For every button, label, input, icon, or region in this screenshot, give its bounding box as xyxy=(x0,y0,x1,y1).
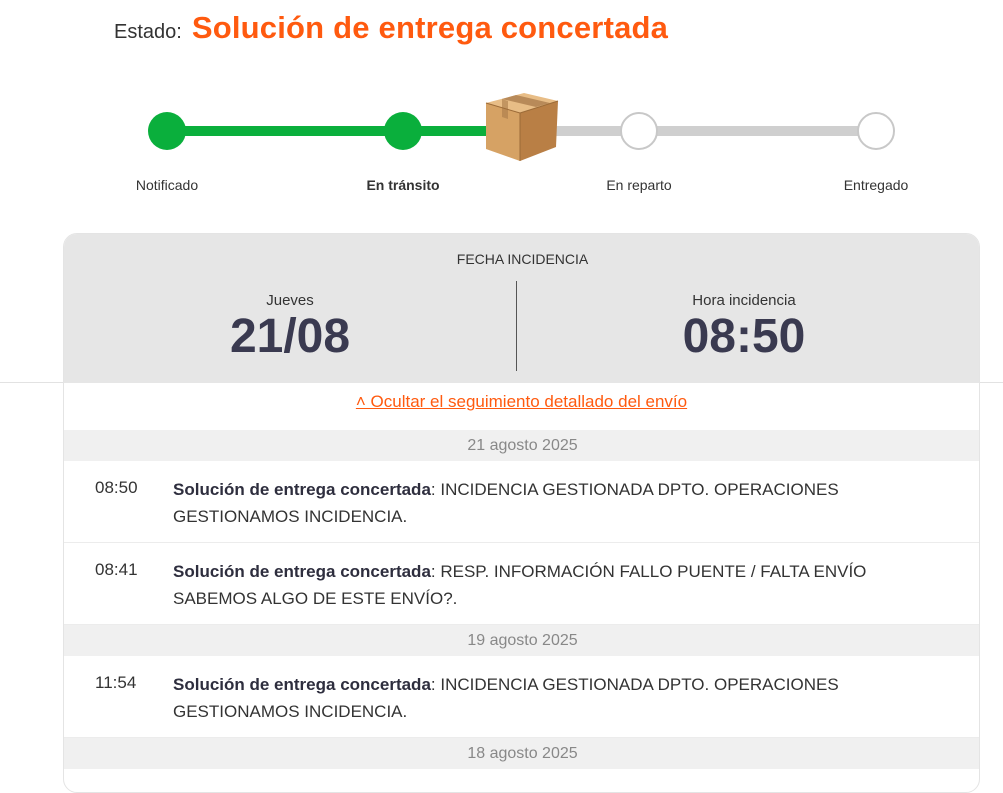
history-event: 08:41 Solución de entrega concertada: RE… xyxy=(64,543,979,625)
step-dot-entregado xyxy=(857,112,895,150)
step-dot-en-transito xyxy=(384,112,422,150)
history-date-header: 18 agosto 2025 xyxy=(64,738,979,769)
incident-day: Jueves xyxy=(266,292,314,309)
event-status: Solución de entrega concertada xyxy=(173,562,431,581)
step-label-en-transito: En tránsito xyxy=(366,177,440,193)
shipment-progress-tracker: Notificado En tránsito En reparto Entreg… xyxy=(0,80,1003,210)
step-dot-en-reparto xyxy=(620,112,658,150)
progress-bar-pending-2 xyxy=(655,126,865,136)
step-dot-notificado xyxy=(148,112,186,150)
history-event: 08:50 Solución de entrega concertada: IN… xyxy=(64,461,979,543)
incident-summary: FECHA INCIDENCIA Jueves 21/08 Hora incid… xyxy=(64,234,979,383)
history-event: 11:54 Solución de entrega concertada: IN… xyxy=(64,656,979,738)
history-date-header: 19 agosto 2025 xyxy=(64,625,979,656)
incident-card: FECHA INCIDENCIA Jueves 21/08 Hora incid… xyxy=(63,233,980,793)
incident-date: 21/08 xyxy=(229,310,351,363)
progress-bar-done-1 xyxy=(185,126,385,136)
event-description: Solución de entrega concertada: RESP. IN… xyxy=(173,558,953,612)
status-header: Estado: Solución de entrega concertada xyxy=(114,10,668,50)
status-value: Solución de entrega concertada xyxy=(191,10,669,45)
progress-bar-done-2 xyxy=(420,126,490,136)
event-time: 08:50 xyxy=(95,478,138,497)
event-time: 08:41 xyxy=(95,560,138,579)
incident-date-block: Jueves 21/08 xyxy=(64,292,516,363)
incident-time-label: Hora incidencia xyxy=(692,292,796,309)
step-label-notificado: Notificado xyxy=(135,177,199,193)
hide-tracking-details-link[interactable]: ˄ Ocultar el seguimiento detallado del e… xyxy=(64,392,979,412)
incident-title: FECHA INCIDENCIA xyxy=(456,251,589,267)
status-label: Estado: xyxy=(114,21,182,43)
event-status: Solución de entrega concertada xyxy=(173,480,431,499)
event-status: Solución de entrega concertada xyxy=(173,675,431,694)
event-description: Solución de entrega concertada: INCIDENC… xyxy=(173,671,953,725)
history-date-header: 21 agosto 2025 xyxy=(64,430,979,461)
step-label-en-reparto: En reparto xyxy=(606,177,672,193)
summary-divider xyxy=(516,281,517,371)
step-label-entregado: Entregado xyxy=(843,177,909,193)
package-box-icon xyxy=(485,93,559,161)
event-time: 11:54 xyxy=(95,673,137,692)
incident-time-block: Hora incidencia 08:50 xyxy=(518,292,970,363)
progress-bar-pending-1 xyxy=(550,126,625,136)
event-description: Solución de entrega concertada: INCIDENC… xyxy=(173,476,953,530)
incident-time: 08:50 xyxy=(682,310,806,363)
